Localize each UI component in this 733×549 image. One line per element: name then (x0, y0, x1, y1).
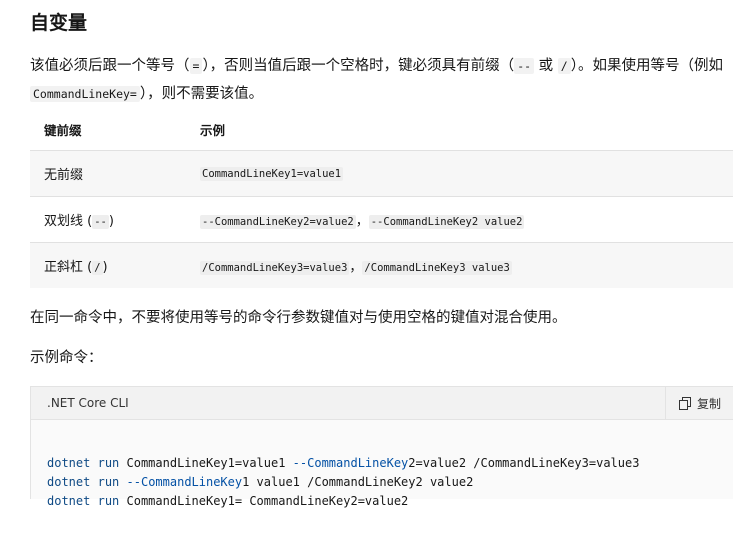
copy-button[interactable]: 复制 (665, 387, 733, 419)
copy-label: 复制 (696, 396, 721, 411)
table-row: 正斜杠 (/) /CommandLineKey3=value3，/Command… (30, 242, 733, 288)
example-cell: --CommandLineKey2=value2， --CommandLineKe… (200, 196, 733, 243)
prefix-cell: 正斜杠 (/) (30, 242, 200, 288)
copy-icon (678, 396, 691, 410)
code-line: dotnet run --CommandLineKey1 value1 /Com… (47, 473, 639, 492)
code-token: --CommandLineKey (292, 456, 409, 470)
code-token: CommandLineKey1=value1 (119, 456, 293, 470)
code-block-header: .NET Core CLI 复制 (31, 387, 733, 420)
table-header-example: 示例 (200, 122, 226, 138)
intro-text: ），否则当值后跟一个空格时，键必须具有前缀（ (202, 58, 515, 74)
code-token: 1 value1 /CommandLineKey2 value2 (242, 475, 474, 489)
example-cell: /CommandLineKey3=value3，/CommandLineKey3… (200, 242, 733, 288)
code-token: run (97, 475, 120, 489)
code-token: run (97, 494, 120, 508)
prefix-label: 无前缀 (44, 168, 84, 183)
code-token: run (97, 456, 120, 470)
code-token: CommandLineKey1= CommandLineKey2=value2 (119, 494, 409, 508)
prefix-code: / (92, 261, 103, 275)
separator: ， (349, 260, 363, 275)
code-token: --CommandLineKey (126, 475, 243, 489)
code-content: dotnet run CommandLineKey1=value1 --Comm… (47, 435, 639, 549)
inline-code: -- (514, 58, 535, 74)
prefix-label-end: ) (102, 260, 108, 275)
intro-text: 该值必须后跟一个等号（ (30, 58, 190, 74)
intro-text: ），则不需要该值。 (139, 86, 264, 102)
example-cell: CommandLineKey1=value1 (200, 150, 733, 197)
intro-paragraph: 该值必须后跟一个等号（ = ），否则当值后跟一个空格时，键必须具有前缀（ -- 或 /… (30, 52, 730, 108)
prefix-label: 双划线 ( (44, 214, 93, 229)
code-token: 2=value2 /CommandLineKey3=value3 (408, 456, 640, 470)
inline-code: = (189, 58, 203, 74)
code-line: dotnet run CommandLineKey1= CommandLineK… (47, 492, 639, 511)
mixing-note: 在同一命令中，不要将使用等号的命令行参数键值对与使用空格的键值对混合使用。 (30, 310, 567, 326)
intro-text: ）。如果使用等号（例如 (570, 58, 723, 74)
inline-code: / (557, 58, 571, 74)
table-row: 无前缀 CommandLineKey1=value1 (30, 150, 733, 197)
code-token: dotnet (47, 494, 91, 508)
separator: ， (355, 214, 369, 229)
prefix-label-end: ) (108, 214, 114, 229)
prefix-code: -- (92, 215, 109, 229)
example-label: 示例命令： (30, 350, 103, 366)
table-row: 双划线 (--) --CommandLineKey2=value2， --Comm… (30, 196, 733, 243)
code-block: .NET Core CLI 复制 dotnet run CommandLineK… (30, 386, 733, 508)
prefix-table: 键前缀 示例 无前缀 CommandLineKey1=value1 双划线 (-… (30, 108, 733, 288)
code-token: dotnet (47, 456, 91, 470)
table-header-prefix: 键前缀 (44, 122, 82, 138)
code-line: dotnet run CommandLineKey1=value1 --Comm… (47, 454, 639, 473)
example-code: /CommandLineKey3 value3 (362, 261, 512, 275)
code-language: .NET Core CLI (47, 396, 129, 410)
section-heading: 自变量 (30, 12, 88, 34)
example-code: /CommandLineKey3=value3 (200, 261, 350, 275)
example-code: --CommandLineKey2=value2 (200, 215, 356, 229)
example-code: --CommandLineKey2 value2 (368, 215, 525, 229)
prefix-cell: 双划线 (--) (30, 196, 200, 243)
inline-code: CommandLineKey= (30, 86, 140, 102)
prefix-cell: 无前缀 (30, 150, 200, 197)
prefix-label: 正斜杠 ( (44, 260, 93, 275)
code-token: dotnet (47, 475, 91, 489)
example-code: CommandLineKey1=value1 (200, 167, 344, 181)
intro-text: 或 (534, 58, 558, 74)
